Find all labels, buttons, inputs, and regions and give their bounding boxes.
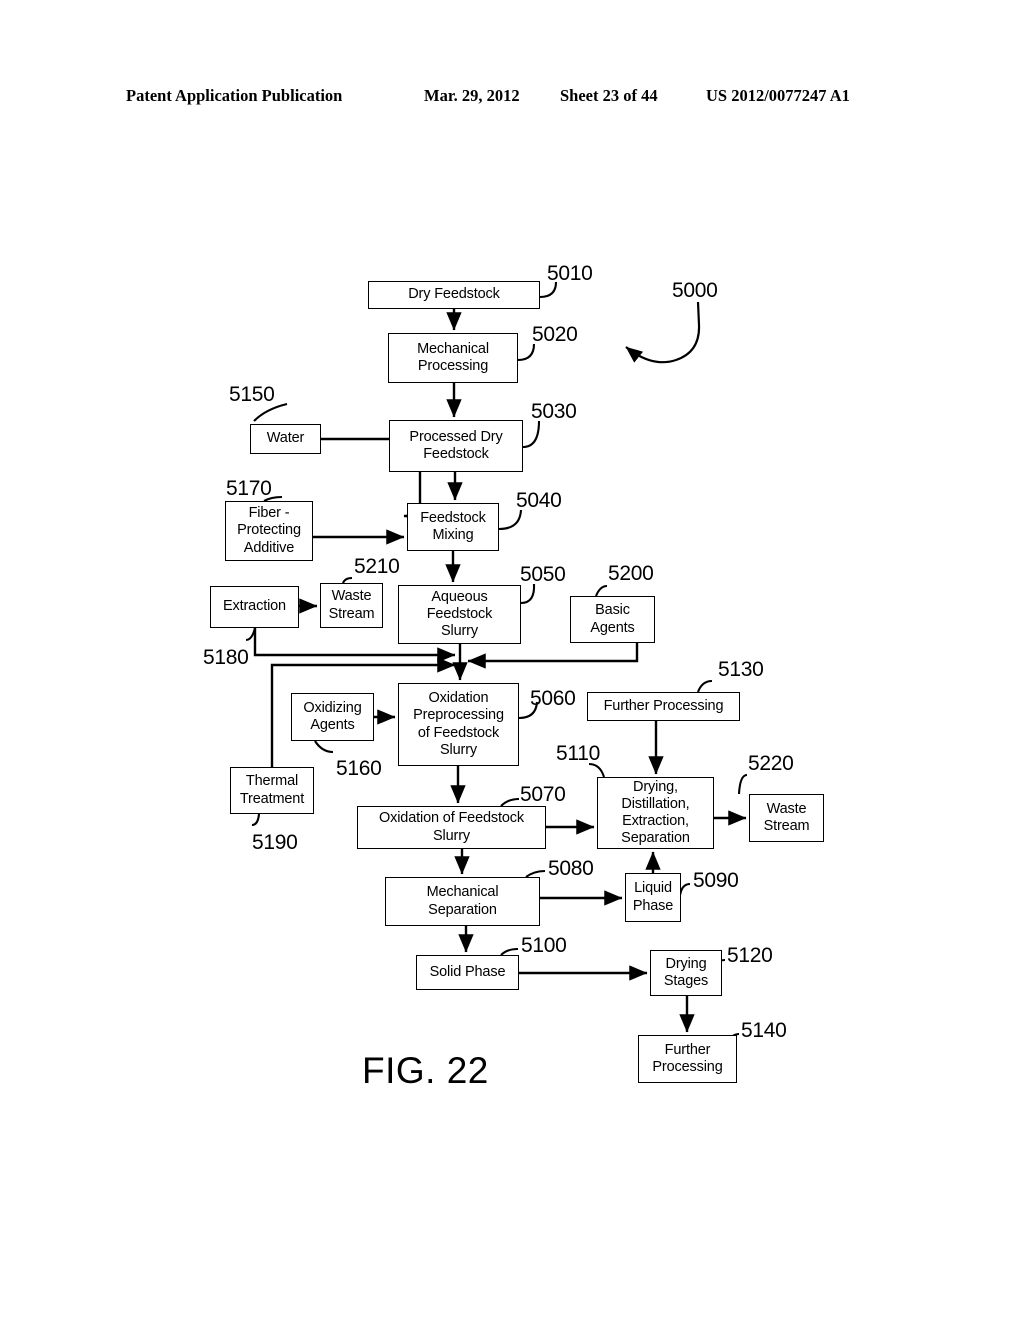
reference-numeral-5070: 5070 (520, 783, 566, 806)
reference-numeral-5170: 5170 (226, 477, 272, 500)
flow-box-oxidizing-agents: Oxidizing Agents (291, 693, 374, 741)
flow-box-drying-distillation: Drying, Distillation, Extraction, Separa… (597, 777, 714, 849)
flow-box-feedstock-mixing: Feedstock Mixing (407, 503, 499, 551)
flow-box-further-processing-5140: Further Processing (638, 1035, 737, 1083)
flow-box-drying-stages: Drying Stages (650, 950, 722, 996)
reference-numeral-5040: 5040 (516, 489, 562, 512)
flow-box-mechanical-separation: Mechanical Separation (385, 877, 540, 926)
flow-box-water: Water (250, 424, 321, 454)
reference-numeral-5020: 5020 (532, 323, 578, 346)
flow-box-processed-dry-feedstock: Processed Dry Feedstock (389, 420, 523, 472)
reference-numeral-5080: 5080 (548, 857, 594, 880)
reference-numeral-5200: 5200 (608, 562, 654, 585)
reference-numeral-5090: 5090 (693, 869, 739, 892)
reference-numeral-5010: 5010 (547, 262, 593, 285)
reference-numeral-5160: 5160 (336, 757, 382, 780)
reference-numeral-5150: 5150 (229, 383, 275, 406)
figure-caption: FIG. 22 (362, 1050, 489, 1091)
flow-box-dry-feedstock: Dry Feedstock (368, 281, 540, 309)
reference-numeral-5140: 5140 (741, 1019, 787, 1042)
flow-box-mechanical-processing: Mechanical Processing (388, 333, 518, 383)
flow-box-oxidation-preprocessing: Oxidation Preprocessing of Feedstock Slu… (398, 683, 519, 766)
flow-box-fiber-protecting-additive: Fiber - Protecting Additive (225, 501, 313, 561)
reference-numeral-5210: 5210 (354, 555, 400, 578)
reference-numeral-5220: 5220 (748, 752, 794, 775)
flow-box-solid-phase: Solid Phase (416, 955, 519, 990)
flow-box-basic-agents: Basic Agents (570, 596, 655, 643)
flow-box-waste-stream-5210: Waste Stream (320, 583, 383, 628)
reference-numeral-5050: 5050 (520, 563, 566, 586)
reference-numeral-5180: 5180 (203, 646, 249, 669)
flow-box-oxidation-of-feedstock: Oxidation of Feedstock Slurry (357, 806, 546, 849)
reference-numeral-5060: 5060 (530, 687, 576, 710)
patent-figure-22: Dry Feedstock Mechanical Processing Proces… (0, 0, 1024, 1320)
reference-numeral-5000: 5000 (672, 279, 718, 302)
flow-box-thermal-treatment: Thermal Treatment (230, 767, 314, 814)
flow-box-aqueous-feedstock-slurry: Aqueous Feedstock Slurry (398, 585, 521, 644)
flowchart-connectors (245, 281, 748, 1048)
reference-numeral-5190: 5190 (252, 831, 298, 854)
reference-numeral-5130: 5130 (718, 658, 764, 681)
flow-box-waste-stream-5220: Waste Stream (749, 794, 824, 842)
reference-numeral-5100: 5100 (521, 934, 567, 957)
reference-numeral-5110: 5110 (556, 742, 600, 765)
flow-box-further-processing-5130: Further Processing (587, 692, 740, 721)
reference-numeral-5120: 5120 (727, 944, 773, 967)
flow-box-liquid-phase: Liquid Phase (625, 873, 681, 922)
reference-numeral-5030: 5030 (531, 400, 577, 423)
flow-box-extraction: Extraction (210, 586, 299, 628)
